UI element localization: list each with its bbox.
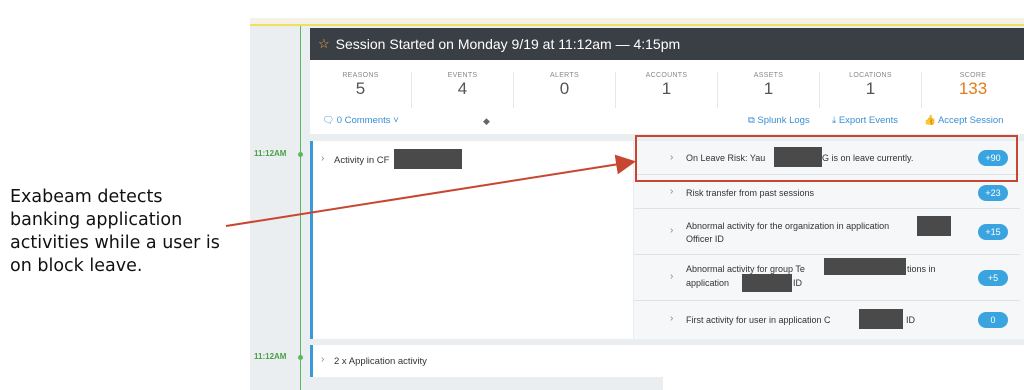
chevron-right-icon[interactable]: › xyxy=(321,354,324,365)
highlight-box xyxy=(635,135,1018,182)
risk-score-badge: +5 xyxy=(978,270,1008,286)
export-events-link[interactable]: ⤓ Export Events xyxy=(832,115,898,126)
accept-session-link[interactable]: 👍 Accept Session xyxy=(924,115,1003,126)
chevron-right-icon[interactable]: › xyxy=(670,271,673,282)
tag-icon[interactable]: ◆ xyxy=(483,116,490,127)
risk-text: tions in xyxy=(907,264,936,274)
stat-value: 1 xyxy=(763,79,774,98)
risk-score-badge: 0 xyxy=(978,312,1008,328)
chevron-right-icon[interactable]: › xyxy=(670,225,673,236)
redaction-box xyxy=(917,216,951,236)
annotation-caption: Exabeam detects banking application acti… xyxy=(10,187,220,276)
stat-reasons: REASONS 5 xyxy=(310,72,412,108)
stat-alerts: ALERTS 0 xyxy=(514,72,616,108)
event-card[interactable]: › 2 x Application activity xyxy=(313,345,663,377)
timeline-dot xyxy=(298,152,303,157)
risk-row[interactable]: › Abnormal activity for group Te tions i… xyxy=(634,255,1020,301)
risk-row[interactable]: › First activity for user in application… xyxy=(634,301,1020,339)
risk-text: Risk transfer from past sessions xyxy=(686,188,815,198)
risk-text: First activity for user in application C xyxy=(686,315,831,325)
stat-accounts: ACCOUNTS 1 xyxy=(616,72,718,108)
chevron-right-icon[interactable]: › xyxy=(670,186,673,197)
stat-label: REASONS xyxy=(342,72,379,79)
stat-assets: ASSETS 1 xyxy=(718,72,820,108)
stat-value: 0 xyxy=(559,79,570,98)
risk-text: Officer ID xyxy=(686,234,724,244)
top-strip xyxy=(250,18,1024,26)
event-label: Activity in CF xyxy=(334,155,390,166)
redaction-box xyxy=(742,274,792,292)
chevron-right-icon[interactable]: › xyxy=(670,313,673,324)
stat-value: 4 xyxy=(457,79,468,98)
session-header: ☆ Session Started on Monday 9/19 at 11:1… xyxy=(310,28,1024,60)
stat-label: ALERTS xyxy=(550,72,579,79)
timeline-time: 11:12AM xyxy=(254,149,287,158)
stat-label: EVENTS xyxy=(447,72,478,79)
session-screen: ☆ Session Started on Monday 9/19 at 11:1… xyxy=(250,18,1024,390)
score-value: 133 xyxy=(958,79,988,98)
blank-area xyxy=(663,345,1024,390)
timeline-dot xyxy=(298,355,303,360)
risk-score-badge: +15 xyxy=(978,224,1008,240)
event-label: 2 x Application activity xyxy=(334,356,427,367)
stats-panel: REASONS 5 EVENTS 4 ALERTS 0 ACCOUNTS 1 ASSET… xyxy=(310,60,1024,134)
risk-text: application xyxy=(686,278,730,288)
stat-score: SCORE 133 xyxy=(922,72,1024,108)
stat-events: EVENTS 4 xyxy=(412,72,514,108)
risk-text: ID xyxy=(906,315,915,325)
splunk-logs-link[interactable]: ⧉ Splunk Logs xyxy=(748,115,810,126)
redaction-box xyxy=(394,149,462,169)
session-title: Session Started on Monday 9/19 at 11:12a… xyxy=(335,36,681,52)
chevron-right-icon[interactable]: › xyxy=(321,153,324,164)
stat-label: SCORE xyxy=(959,72,987,79)
star-icon[interactable]: ☆ xyxy=(318,36,330,52)
comments-link[interactable]: 🗨 0 Comments ˅ xyxy=(322,115,399,126)
stat-label: LOCATIONS xyxy=(849,72,892,79)
timeline-time: 11:12AM xyxy=(254,352,287,361)
stat-value: 1 xyxy=(865,79,876,98)
stat-value: 1 xyxy=(661,79,672,98)
timeline-line xyxy=(300,26,301,390)
stat-label: ASSETS xyxy=(753,72,784,79)
redaction-box xyxy=(859,309,903,329)
redaction-box xyxy=(824,258,906,275)
risk-text: Abnormal activity for the organization i… xyxy=(686,221,890,231)
risk-score-badge: +23 xyxy=(978,185,1008,201)
stat-value: 5 xyxy=(355,79,366,98)
stat-locations: LOCATIONS 1 xyxy=(820,72,922,108)
risk-text: ID xyxy=(793,278,802,288)
risk-row[interactable]: › Abnormal activity for the organization… xyxy=(634,209,1020,255)
stat-label: ACCOUNTS xyxy=(645,72,688,79)
event-card[interactable]: › Activity in CF xyxy=(313,141,633,339)
